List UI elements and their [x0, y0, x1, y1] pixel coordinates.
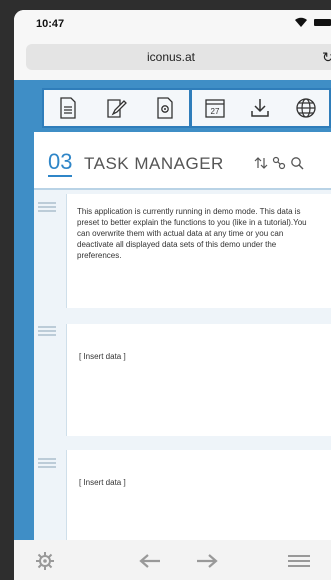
- document-icon[interactable]: [56, 96, 80, 120]
- calendar-icon[interactable]: 27: [203, 96, 227, 120]
- header-actions: [254, 156, 304, 170]
- url-text: iconus.at: [146, 50, 196, 64]
- gear-icon[interactable]: [36, 552, 54, 570]
- insert-data-placeholder: [ Insert data ]: [79, 352, 126, 361]
- page-header: 03 TASK MANAGER: [34, 132, 331, 190]
- drag-handle-icon[interactable]: [38, 202, 56, 212]
- menu-icon[interactable]: [288, 555, 310, 567]
- list-item: This application is currently running in…: [34, 194, 331, 308]
- list-item-panel[interactable]: This application is currently running in…: [66, 194, 331, 308]
- bottom-toolbar: [14, 540, 331, 580]
- top-toolbar: 27: [42, 88, 331, 128]
- page-title: TASK MANAGER: [84, 154, 224, 173]
- list-item-panel[interactable]: [ Insert data ]: [66, 324, 331, 436]
- list-item-panel[interactable]: [ Insert data ]: [66, 450, 331, 540]
- wifi-icon: [295, 17, 307, 27]
- sort-icon[interactable]: [254, 156, 268, 170]
- edit-icon[interactable]: [104, 96, 128, 120]
- address-bar[interactable]: iconus.at ↻: [26, 44, 331, 70]
- toolbar-group-tools: 27: [192, 90, 329, 126]
- app-frame: 27 03 TASK MANAGER This application is c…: [14, 80, 331, 540]
- list-item: [ Insert data ]: [34, 324, 331, 436]
- insert-data-placeholder: [ Insert data ]: [79, 478, 126, 487]
- arrow-left-icon[interactable]: [139, 554, 161, 568]
- list-item: [ Insert data ]: [34, 450, 331, 540]
- phone-screen: 10:47 iconus.at ↻ 27 03 TASK MANAGER Thi…: [14, 10, 331, 580]
- settings-doc-icon[interactable]: [153, 96, 177, 120]
- status-bar: 10:47: [14, 10, 331, 38]
- arrow-right-icon[interactable]: [196, 554, 218, 568]
- reload-icon[interactable]: ↻: [322, 44, 331, 70]
- toolbar-group-documents: [44, 90, 192, 126]
- demo-notice-text: This application is currently running in…: [77, 207, 307, 260]
- page-number: 03: [48, 150, 73, 177]
- download-icon[interactable]: [248, 96, 272, 120]
- drag-handle-icon[interactable]: [38, 326, 56, 336]
- link-icon[interactable]: [272, 156, 286, 170]
- browser-address-area: iconus.at ↻: [14, 38, 331, 80]
- battery-icon: [314, 19, 331, 26]
- globe-icon[interactable]: [294, 96, 318, 120]
- calendar-day: 27: [210, 107, 219, 116]
- drag-handle-icon[interactable]: [38, 458, 56, 468]
- search-icon[interactable]: [290, 156, 304, 170]
- task-manager-content: 03 TASK MANAGER This application is curr…: [34, 132, 331, 540]
- status-time: 10:47: [36, 18, 65, 30]
